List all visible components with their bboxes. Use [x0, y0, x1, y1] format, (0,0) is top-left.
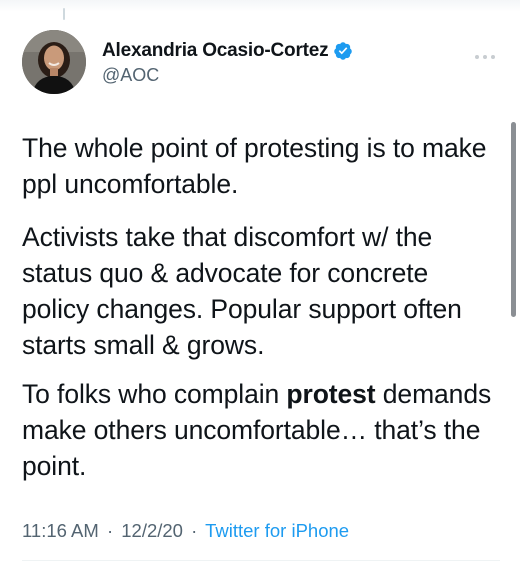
top-edge-strip [0, 0, 520, 12]
handle[interactable]: @AOC [102, 65, 353, 86]
avatar[interactable] [22, 30, 86, 94]
tweet-time[interactable]: 11:16 AM [22, 520, 99, 541]
profile-photo-icon [22, 30, 86, 94]
tweet-date[interactable]: 12/2/20 [121, 520, 183, 541]
bottom-divider [22, 560, 500, 561]
tweet-paragraph-2: Activists take that discomfort w/ the st… [22, 222, 462, 360]
display-name[interactable]: Alexandria Ocasio-Cortez [102, 40, 329, 62]
more-options-icon[interactable] [474, 48, 496, 59]
tweet-paragraph-3-start: To folks who complain [22, 379, 287, 409]
tweet-paragraph-3: To folks who complain protest demands ma… [22, 376, 500, 484]
tweet-meta: 11:16 AM · 12/2/20 · Twitter for iPhone [22, 520, 349, 542]
verified-badge-icon [333, 41, 353, 61]
scrollbar[interactable] [511, 122, 516, 317]
name-row: Alexandria Ocasio-Cortez [102, 40, 353, 62]
tweet-source-link[interactable]: Twitter for iPhone [205, 520, 349, 541]
thread-connector-line [63, 8, 65, 20]
meta-separator-1: · [106, 520, 114, 541]
tweet-paragraph-1: The whole point of protesting is to make… [22, 133, 487, 199]
author-block: Alexandria Ocasio-Cortez @AOC [102, 40, 353, 86]
bold-word-protest: protest [286, 379, 376, 409]
meta-separator-2: · [191, 520, 198, 541]
